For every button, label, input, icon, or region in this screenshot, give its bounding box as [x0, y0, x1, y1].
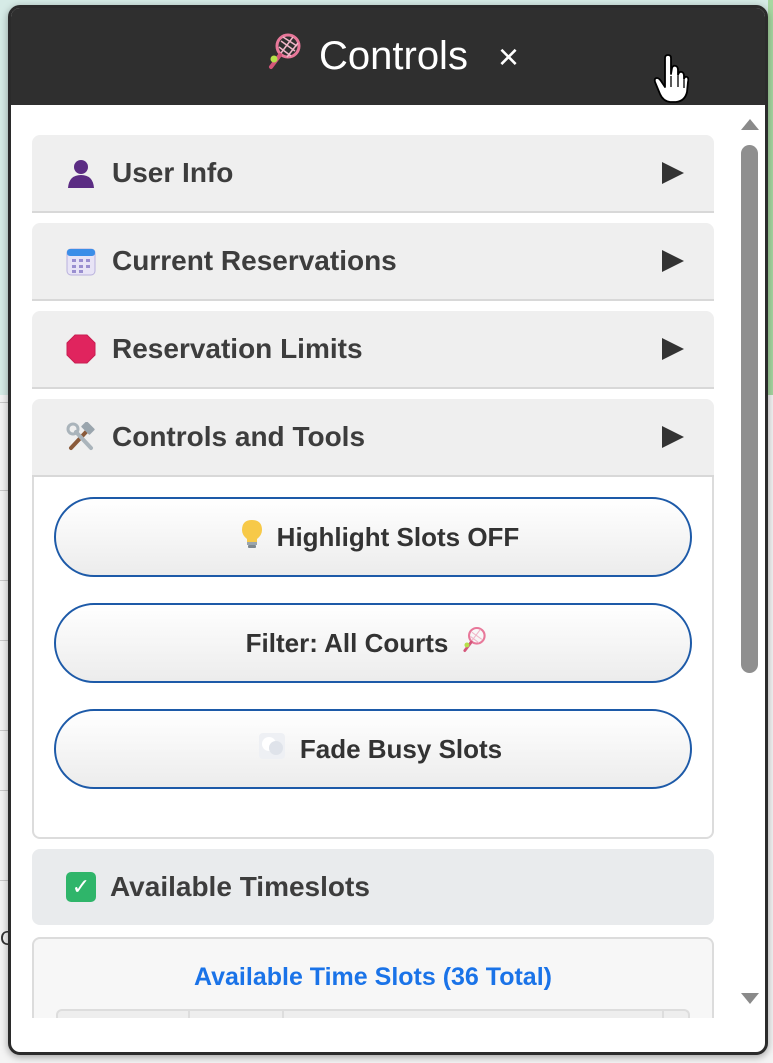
available-timeslots-header[interactable]: ✓ Available Timeslots: [32, 849, 714, 925]
fog-icon: [258, 732, 286, 766]
scroll-down-arrow-icon[interactable]: [741, 993, 759, 1004]
filter-courts-label: Filter: All Courts: [245, 627, 449, 658]
check-mark-icon: ✓: [66, 872, 96, 902]
expand-arrow-icon: [662, 162, 684, 184]
panel-content: User Info Current Reservations Reservati…: [32, 135, 714, 1018]
panel-scrollbar[interactable]: [737, 105, 761, 1018]
expand-arrow-icon: [662, 338, 684, 360]
table-column-divider: [662, 1011, 664, 1018]
hand-cursor-icon: [653, 54, 689, 103]
available-slots-title: Available Time Slots (36 Total): [194, 963, 552, 991]
background-border: [768, 0, 773, 395]
section-label: Reservation Limits: [112, 333, 363, 364]
fade-busy-slots-label: Fade Busy Slots: [299, 733, 503, 764]
available-timeslots-label: Available Timeslots: [110, 871, 370, 902]
controls-panel: Controls × User Info Current Reservation…: [8, 5, 768, 1055]
section-user-info[interactable]: User Info: [32, 135, 714, 213]
slots-table: [56, 1009, 690, 1018]
highlight-slots-label: Highlight Slots OFF: [276, 521, 520, 552]
highlight-slots-button[interactable]: Highlight Slots OFF: [54, 497, 692, 577]
section-label: Controls and Tools: [112, 421, 366, 452]
filter-courts-button[interactable]: Filter: All Courts: [54, 603, 692, 683]
section-reservation-limits[interactable]: Reservation Limits: [32, 311, 714, 389]
section-current-reservations[interactable]: Current Reservations: [32, 223, 714, 301]
panel-body: User Info Current Reservations Reservati…: [11, 105, 765, 1018]
stop-sign-icon: [66, 334, 96, 364]
section-label: Current Reservations: [112, 245, 397, 276]
available-slots-box: Available Time Slots (36 Total): [32, 937, 714, 1018]
expand-arrow-icon: [662, 426, 684, 448]
table-column-divider: [282, 1011, 284, 1018]
close-button[interactable]: ×: [498, 38, 519, 75]
table-column-divider: [188, 1011, 190, 1018]
panel-header[interactable]: Controls ×: [11, 8, 765, 105]
light-bulb-icon: [241, 519, 263, 555]
scroll-up-arrow-icon[interactable]: [741, 119, 759, 130]
section-controls-and-tools[interactable]: Controls and Tools: [32, 399, 714, 477]
hammer-wrench-icon: [66, 422, 96, 452]
tennis-racket-icon: [267, 33, 301, 80]
tennis-racket-icon: [462, 626, 487, 660]
fade-busy-slots-button[interactable]: Fade Busy Slots: [54, 709, 692, 789]
user-silhouette-icon: [66, 158, 96, 188]
expand-arrow-icon: [662, 250, 684, 272]
calendar-icon: [66, 246, 96, 276]
section-label: User Info: [112, 157, 234, 188]
panel-title: Controls: [319, 34, 468, 78]
scroll-thumb[interactable]: [741, 145, 758, 673]
controls-tools-content: Highlight Slots OFF Filter: All Courts F…: [32, 477, 714, 839]
